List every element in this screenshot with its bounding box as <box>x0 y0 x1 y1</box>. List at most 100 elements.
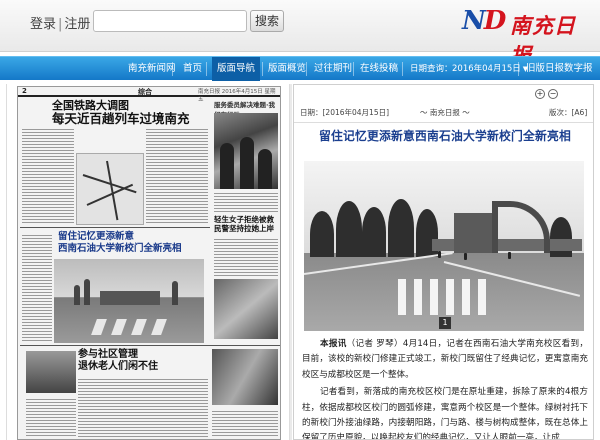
np-headline-line: 留住记忆更添新意 <box>58 231 135 242</box>
search-button[interactable]: 搜索 <box>250 10 284 32</box>
photo-tree <box>388 199 414 257</box>
article-date: 日期：[2016年04月15日] <box>300 108 390 117</box>
date-select-value: 2016年04月15日 <box>452 64 521 74</box>
np-headline-line: 民警坚持拉她上岸 <box>214 224 274 233</box>
date-query-label: 日期查询： <box>410 64 453 74</box>
np-crosswalk <box>131 319 147 335</box>
search-input[interactable] <box>93 10 247 32</box>
nav-item-home[interactable]: 首页 <box>183 57 202 81</box>
np-crosswalk <box>111 319 127 335</box>
photo-tree <box>310 211 334 257</box>
article-lead-label: 本报讯 <box>320 339 347 349</box>
article-paragraph: 本报讯（记者 罗琴）4月14日，记者在西南石油大学南充校区看到，目前，该校的新校… <box>302 337 588 383</box>
nav-item-submit-online[interactable]: 在线投稿 <box>360 57 398 81</box>
article-source: ～ 南充日报 ～ <box>420 108 470 117</box>
np-crosswalk <box>91 319 107 335</box>
nav-divider <box>402 62 403 76</box>
np-headline-line: 参与社区管理 <box>78 349 138 360</box>
divider <box>294 122 593 123</box>
np-rule <box>20 227 210 228</box>
article-photo[interactable]: 1 <box>304 161 584 331</box>
article-panel: + − 日期：[2016年04月15日] ～ 南充日报 ～ 版次：[A6] 留住… <box>293 84 594 440</box>
np-headline-railway[interactable]: 全国铁路大调图 每天近百趟列车过境南充 <box>52 99 202 125</box>
photo-pedestrian <box>438 251 441 258</box>
nav-divider <box>262 62 263 76</box>
np-rule <box>20 345 280 346</box>
np-text-column <box>78 377 208 437</box>
date-select[interactable]: 2016年04月15日 ▼ <box>452 62 528 76</box>
photo-tree <box>362 207 386 257</box>
photo-tree <box>550 217 572 257</box>
photo-crosswalk <box>414 279 422 315</box>
np-photo-figure <box>240 137 254 189</box>
np-photo-gate <box>54 259 204 343</box>
nav-divider <box>172 62 173 76</box>
auth-links: 登录 | 注册 <box>30 13 90 32</box>
login-link[interactable]: 登录 <box>30 17 56 32</box>
photo-crosswalk <box>398 279 406 315</box>
main-nav: 南充新闻网 首页 版面导航 版面概览 过往期刊 在线投稿 日期查询： 2016年… <box>0 56 600 81</box>
nav-divider <box>306 62 307 76</box>
newspaper-page-panel: 2 综合 南充日报 2016年4月15日 星期五 全国铁路大调图 每天近百趟列车… <box>6 84 290 440</box>
np-headline-rescue[interactable]: 轻生女子拒绝被救 民警坚持拉她上岸 <box>214 215 280 233</box>
photo-crosswalk <box>478 279 486 315</box>
newspaper-section: 综合 <box>138 88 152 96</box>
newspaper-page-header: 2 综合 南充日报 2016年4月15日 星期五 <box>18 87 280 103</box>
nav-item-past-issues[interactable]: 过往期刊 <box>314 57 352 81</box>
article-title: 留住记忆更添新意西南石油大学新校门全新亮相 <box>319 129 571 143</box>
np-headline-retirees[interactable]: 参与社区管理 退休老人们闲不住 <box>78 349 198 373</box>
np-photo-figure <box>258 149 272 189</box>
newspaper-page-number: 2 <box>22 87 27 95</box>
np-text-column <box>212 409 278 437</box>
photo-crosswalk <box>462 279 470 315</box>
article-body: 本报讯（记者 罗琴）4月14日，记者在西南石油大学南充校区看到，目前，该校的新校… <box>302 337 588 440</box>
photo-index-badge[interactable]: 1 <box>439 317 451 329</box>
nav-divider <box>353 62 354 76</box>
article-paragraph: 记者看到，新落成的南充校区校门是在原址重建，拆除了原来的4根方柱，依据成都校区校… <box>302 387 588 440</box>
np-text-column <box>214 191 278 213</box>
np-headline-campus-gate[interactable]: 留住记忆更添新意 西南石油大学新校门全新亮相 <box>58 231 208 255</box>
nav-item-page-overview[interactable]: 版面概览 <box>268 57 306 81</box>
auth-separator: | <box>58 17 63 32</box>
site-logo[interactable]: ND 南充日报 <box>462 6 590 68</box>
nav-divider <box>518 62 519 76</box>
np-photo-community <box>26 351 76 393</box>
np-tree <box>74 285 80 305</box>
photo-gate-pillar <box>454 213 494 253</box>
article-meta: 日期：[2016年04月15日] ～ 南充日报 ～ 版次：[A6] <box>294 103 593 121</box>
zoom-in-icon[interactable]: + <box>535 89 545 99</box>
np-headline-line: 西南石油大学新校门全新亮相 <box>58 243 182 254</box>
np-text-column <box>214 237 278 277</box>
np-tree <box>84 279 90 305</box>
np-text-column <box>26 397 76 437</box>
zoom-out-icon[interactable]: − <box>548 89 558 99</box>
app-root: 登录|注册 搜索 ND 南充日报 南充新闻网 首页 版面导航 版面概览 过往期刊… <box>0 0 600 440</box>
logo-nd-mark: ND <box>462 6 506 36</box>
np-headline-line: 退休老人们闲不住 <box>78 361 158 372</box>
nav-item-nanchong-news[interactable]: 南充新闻网 <box>128 57 176 81</box>
np-text-column <box>146 127 208 225</box>
panel-divider[interactable] <box>290 84 292 440</box>
np-photo-rescue <box>214 279 278 339</box>
photo-pedestrian <box>464 253 467 260</box>
np-headline-line: 轻生女子拒绝被救 <box>214 215 274 224</box>
np-tree <box>172 281 178 305</box>
article-edition: 版次：[A6] <box>549 108 588 117</box>
np-photo-people <box>214 113 278 189</box>
np-text-column <box>22 127 74 225</box>
np-railway-map <box>76 153 144 225</box>
photo-crosswalk <box>430 279 438 315</box>
np-text-column <box>22 233 52 343</box>
nav-item-old-archive[interactable]: 旧版日报数字报 <box>526 57 593 81</box>
np-crosswalk <box>151 319 167 335</box>
np-photo-event <box>212 349 278 405</box>
photo-crosswalk <box>446 279 454 315</box>
np-gate-shape <box>100 291 160 305</box>
nav-divider <box>206 62 207 76</box>
photo-tree <box>336 201 362 257</box>
nav-item-page-nav[interactable]: 版面导航 <box>212 57 261 81</box>
register-link[interactable]: 注册 <box>64 17 90 32</box>
newspaper-page-image[interactable]: 2 综合 南充日报 2016年4月15日 星期五 全国铁路大调图 每天近百趟列车… <box>17 86 281 440</box>
np-photo-figure <box>220 143 234 189</box>
np-headline-line: 每天近百趟列车过境南充 <box>52 111 190 126</box>
